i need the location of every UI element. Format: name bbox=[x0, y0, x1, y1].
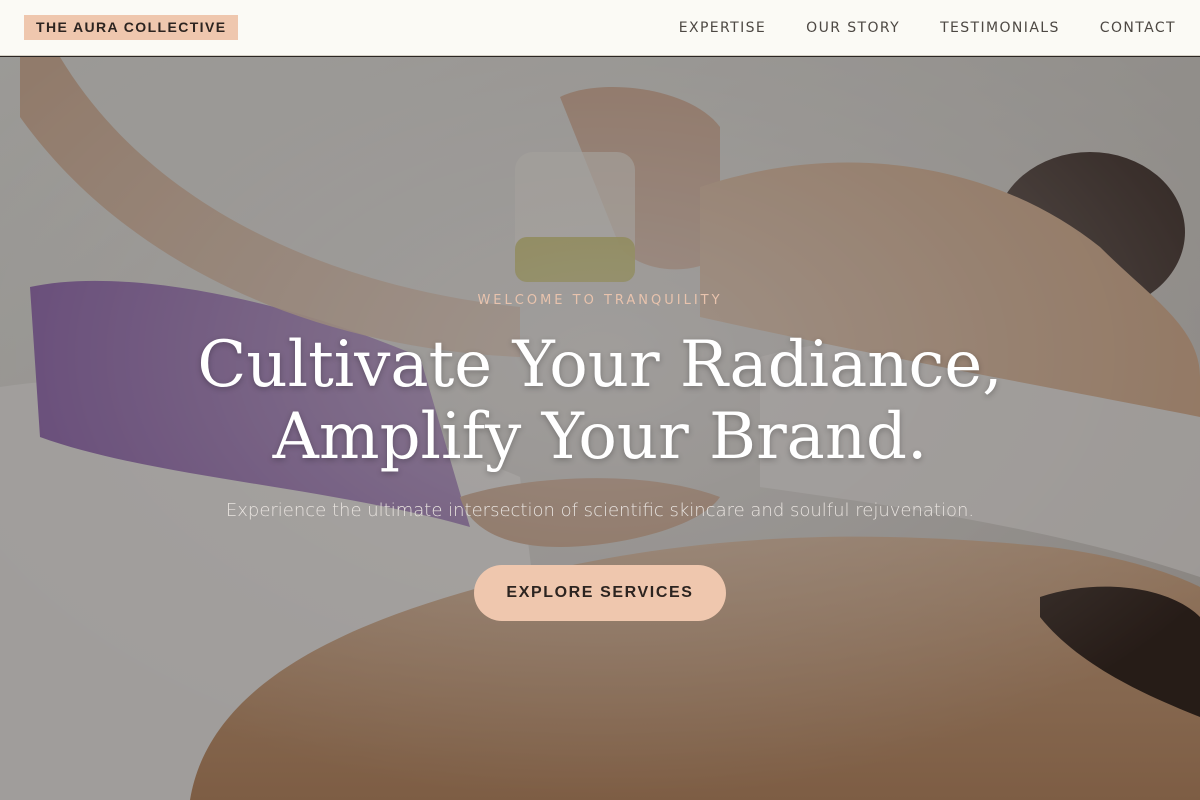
brand-logo[interactable]: THE AURA COLLECTIVE bbox=[24, 15, 239, 40]
nav-link-our-story[interactable]: OUR STORY bbox=[806, 20, 900, 36]
explore-services-button[interactable]: EXPLORE SERVICES bbox=[474, 565, 726, 621]
hero-section: WELCOME TO TRANQUILITY Cultivate Your Ra… bbox=[0, 57, 1200, 800]
hero-eyebrow: WELCOME TO TRANQUILITY bbox=[477, 293, 723, 308]
site-header: THE AURA COLLECTIVE EXPERTISE OUR STORY … bbox=[0, 0, 1200, 56]
main-nav: EXPERTISE OUR STORY TESTIMONIALS CONTACT bbox=[639, 20, 1176, 36]
nav-link-contact[interactable]: CONTACT bbox=[1100, 20, 1176, 36]
nav-link-testimonials[interactable]: TESTIMONIALS bbox=[940, 20, 1060, 36]
hero-subtitle: Experience the ultimate intersection of … bbox=[225, 500, 975, 521]
hero-headline-line-1: Cultivate Your Radiance, bbox=[197, 328, 1003, 402]
hero-headline-line-2: Amplify Your Brand. bbox=[272, 400, 928, 474]
hero-headline: Cultivate Your Radiance, Amplify Your Br… bbox=[0, 329, 1200, 473]
nav-link-expertise[interactable]: EXPERTISE bbox=[679, 20, 766, 36]
hero-content: WELCOME TO TRANQUILITY Cultivate Your Ra… bbox=[0, 57, 1200, 800]
